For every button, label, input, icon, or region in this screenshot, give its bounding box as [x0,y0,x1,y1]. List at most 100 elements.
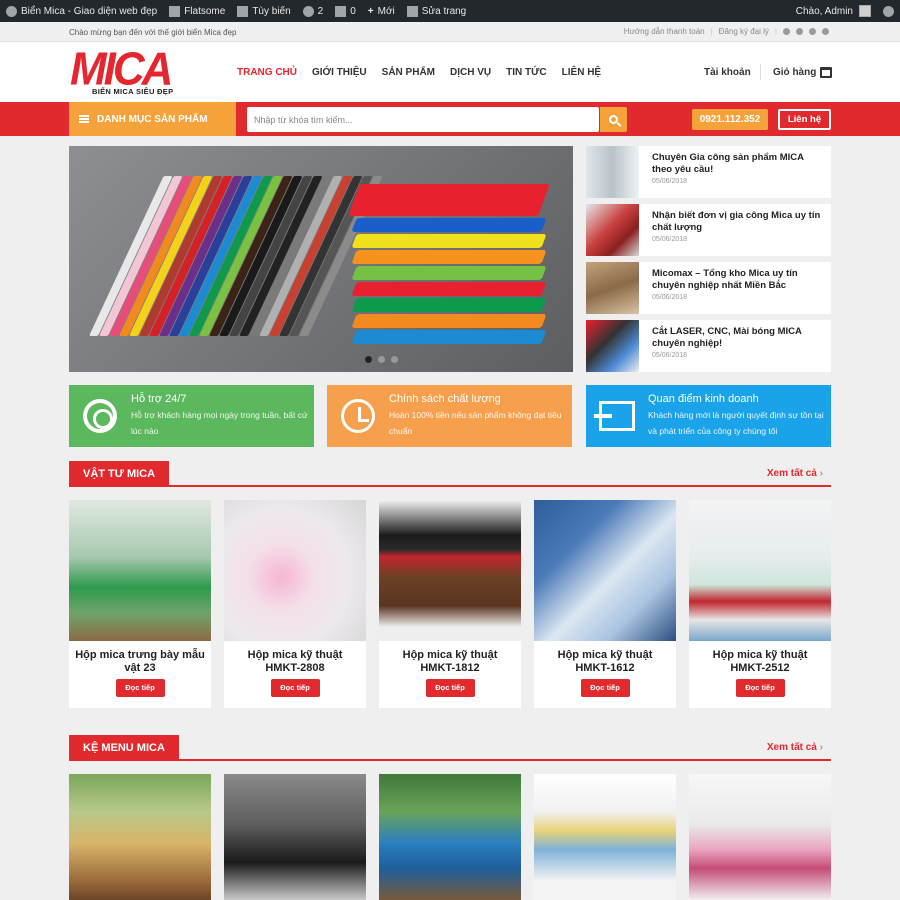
admin-site-link[interactable]: Biển Mica - Giao diện web đẹp [6,5,158,17]
news-title: Cắt LASER, CNC, Mài bóng MICA chuyên ngh… [652,326,802,349]
email-icon[interactable] [822,28,829,35]
instagram-icon[interactable] [796,28,803,35]
updates-icon [302,5,314,17]
search-button[interactable] [600,107,627,132]
admin-new-link[interactable]: + Mới [368,6,395,17]
product-image[interactable] [224,774,366,900]
admin-theme-link[interactable]: Flatsome [169,5,225,17]
product-card[interactable]: Hộp mica kỹ thuật HMKT-2512 Đọc tiếp [689,500,831,708]
news-date: 05/06/2018 [652,352,688,359]
phone-button[interactable]: 0921.112.352 [692,109,768,130]
admin-greeting[interactable]: Chào, Admin [796,6,853,17]
pencil-icon [406,5,418,17]
hero-slider[interactable] [69,146,573,372]
chevron-right-icon: › [819,468,823,479]
product-card[interactable]: Hộp mica kỹ thuật HMKT-1612 Đọc tiếp [534,500,676,708]
admin-comments-count: 0 [350,5,356,17]
admin-updates-link[interactable]: 2 [302,5,323,17]
cart-link[interactable]: Giỏ hàng [773,67,833,78]
news-item[interactable]: Nhận biết đơn vị gia công Mica uy tín ch… [586,204,831,256]
account-link[interactable]: Tài khoản [704,67,751,78]
view-all-link[interactable]: Xem tất cả › [767,742,823,753]
news-item[interactable]: Cắt LASER, CNC, Mài bóng MICA chuyên ngh… [586,320,831,372]
view-all-label: Xem tất cả [766,742,817,753]
comment-icon [335,5,347,17]
search-icon[interactable] [883,5,894,17]
slider-dots [365,356,398,363]
read-more-button[interactable]: Đọc tiếp [270,679,320,697]
feature-title: Hỗ trợ 24/7 [131,393,187,405]
nav-about[interactable]: GIỚI THIỆU [312,67,367,78]
product-card[interactable]: Hộp mica trưng bày mẫu vật 23 Đọc tiếp [69,500,211,708]
product-card[interactable]: Hộp mica kỹ thuật HMKT-2808 Đọc tiếp [224,500,366,708]
avatar[interactable] [859,5,871,17]
feature-desc: Hoàn 100% tiền nếu sản phẩm không đạt ti… [389,410,562,436]
news-item[interactable]: Chuyên Gia công sản phẩm MICA theo yêu c… [586,146,831,198]
product-image [379,500,521,641]
news-date: 05/06/2018 [652,178,688,185]
read-more-button[interactable]: Đọc tiếp [580,679,630,697]
agent-register-link[interactable]: Đăng ký đại lý [719,27,769,36]
divider: | [774,27,777,36]
section-header-menu-stands: KỆ MENU MICA Xem tất cả › [69,735,831,761]
slider-dot[interactable] [378,356,385,363]
read-more-button[interactable]: Đọc tiếp [425,679,475,697]
payment-guide-link[interactable]: Hướng dẫn thanh toán [624,27,705,36]
nav-services[interactable]: DỊCH VỤ [450,67,491,78]
cart-label: Giỏ hàng [773,67,817,78]
admin-site-label: Biển Mica - Giao diện web đẹp [21,5,158,17]
news-title: Nhận biết đơn vị gia công Mica uy tín ch… [652,210,821,233]
feature-title: Quan điểm kinh doanh [648,393,759,405]
welcome-text: Chào mừng bạn đến với thế giới biển Mica… [69,28,237,37]
slider-dot[interactable] [365,356,372,363]
product-card[interactable]: Hộp mica kỹ thuật HMKT-1812 Đọc tiếp [379,500,521,708]
facebook-icon[interactable] [783,28,790,35]
product-image [224,500,366,641]
site-header: MICA BIỂN MICA SIÊU ĐẸP TRANG CHỦ GIỚI T… [0,42,900,102]
view-all-link[interactable]: Xem tất cả › [767,468,823,479]
product-name: Hộp mica kỹ thuật HMKT-1612 [557,649,653,674]
admin-edit-link[interactable]: Sửa trang [406,5,466,17]
read-more-button[interactable]: Đọc tiếp [735,679,785,697]
product-name: Hộp mica kỹ thuật HMKT-2808 [247,649,343,674]
section-title: KỆ MENU MICA [69,735,179,761]
contact-button[interactable]: Liên hệ [778,109,831,130]
nav-news[interactable]: TIN TỨC [506,67,547,78]
news-date: 05/06/2018 [652,236,688,243]
nav-home[interactable]: TRANG CHỦ [237,67,297,78]
site-logo[interactable]: MICA BIỂN MICA SIÊU ĐẸP [70,46,182,98]
news-thumbnail [586,204,639,256]
news-item[interactable]: Micomax – Tổng kho Mica uy tín chuyên ng… [586,262,831,314]
admin-comments-link[interactable]: 0 [335,5,356,17]
search-input[interactable]: Nhập từ khóa tìm kiếm... [247,107,599,132]
product-name: Hộp mica trưng bày mẫu vật 23 [75,649,205,674]
product-image[interactable] [69,774,211,900]
brush-icon [237,5,249,17]
twitter-icon[interactable] [809,28,816,35]
clock-icon [341,399,375,433]
top-bar: Chào mừng bạn đến với thế giới biển Mica… [0,22,900,42]
product-image[interactable] [379,774,521,900]
slide-stack-image [348,176,550,356]
product-image [69,500,211,641]
feature-title: Chính sách chất lượng [389,393,501,405]
nav-contact[interactable]: LIÊN HỆ [562,67,601,78]
category-menu-button[interactable]: DANH MỤC SẢN PHẨM [69,102,236,136]
section-header-materials: VẬT TƯ MICA Xem tất cả › [69,461,831,487]
admin-new-label: Mới [377,5,395,17]
admin-bar: Biển Mica - Giao diện web đẹp Flatsome T… [0,0,900,22]
category-menu-label: DANH MỤC SẢN PHẨM [97,113,208,125]
slider-dot[interactable] [391,356,398,363]
login-icon [594,401,635,431]
product-image[interactable] [534,774,676,900]
admin-customize-link[interactable]: Tùy biến [237,5,291,17]
main-nav: TRANG CHỦ GIỚI THIỆU SẢN PHẨM DỊCH VỤ TI… [237,67,601,78]
search-placeholder: Nhập từ khóa tìm kiếm... [254,115,353,125]
read-more-button[interactable]: Đọc tiếp [115,679,165,697]
wordpress-icon [6,5,17,17]
chevron-right-icon: › [819,742,823,753]
feature-quality: Chính sách chất lượng Hoàn 100% tiền nếu … [327,385,572,447]
news-thumbnail [586,262,639,314]
nav-products[interactable]: SẢN PHẨM [382,67,435,78]
product-image[interactable] [689,774,831,900]
